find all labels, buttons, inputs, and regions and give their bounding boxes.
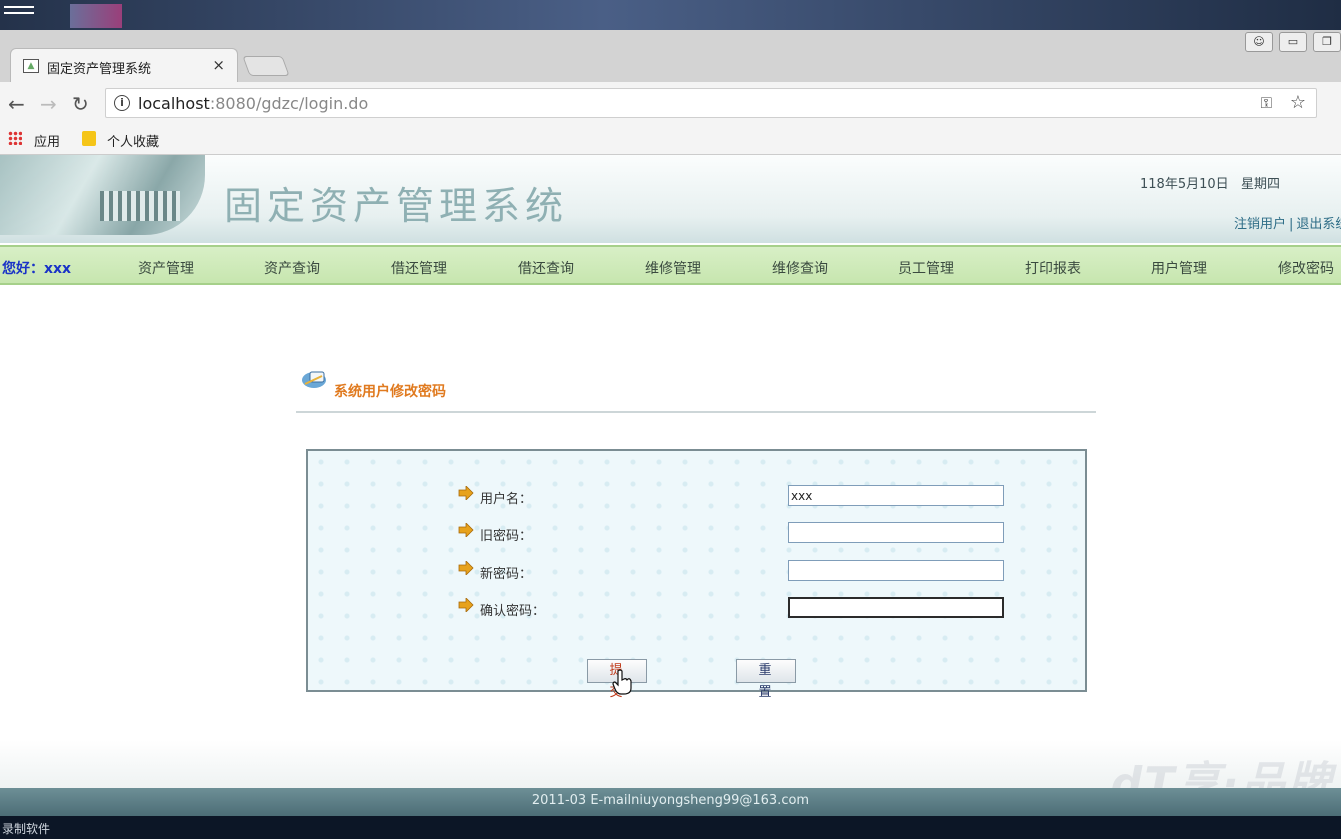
browser-chrome: ▲ 固定资产管理系统 × ☺ ▭ ❐ ← → ↻ i localhost:808… — [0, 30, 1341, 155]
exit-system-link[interactable]: 退出系统 — [1296, 217, 1341, 232]
nav-item-user-manage[interactable]: 用户管理 — [1151, 258, 1207, 278]
confirm-password-input[interactable] — [788, 597, 1004, 618]
change-password-form: 用户名： 旧密码： 新密码： 确认密码： 提交 重置 — [306, 449, 1087, 700]
confirm-password-label: 确认密码： — [480, 604, 546, 619]
site-info-icon[interactable]: i — [114, 95, 130, 111]
forward-arrow-icon[interactable]: → — [40, 92, 57, 116]
old-password-input[interactable] — [788, 522, 1004, 543]
profile-icon[interactable]: ☺ — [1245, 32, 1273, 52]
browser-toolbar: ← → ↻ i localhost:8080/gdzc/login.do ⚿ ☆ — [0, 82, 1341, 124]
bookmarks-bar: 应用 个人收藏 — [0, 124, 1341, 155]
apps-grid-icon[interactable] — [8, 131, 22, 145]
user-greeting: 您好：xxx — [2, 261, 72, 277]
main-nav: 您好：xxx 资产管理 资产查询 借还管理 借还查询 维修管理 维修查询 员工管… — [0, 245, 1341, 285]
arrow-bullet-icon — [458, 561, 474, 575]
new-tab-button[interactable] — [242, 56, 290, 76]
hand-cursor-icon — [612, 669, 632, 695]
new-password-input[interactable] — [788, 560, 1004, 581]
username-label: 用户名： — [480, 492, 533, 507]
arrow-bullet-icon — [458, 486, 474, 500]
url-text[interactable]: localhost:8080/gdzc/login.do — [138, 94, 368, 113]
tab-strip: ▲ 固定资产管理系统 × ☺ ▭ ❐ — [0, 30, 1341, 82]
recorder-label: 录制软件 — [2, 822, 51, 836]
reload-icon[interactable]: ↻ — [72, 92, 89, 116]
section-header-icon — [302, 371, 326, 388]
old-password-label: 旧密码： — [480, 529, 533, 544]
section-divider — [296, 411, 1096, 413]
window-controls: ☺ ▭ ❐ — [1245, 32, 1341, 52]
arrow-bullet-icon — [458, 598, 474, 612]
bookmark-favorites[interactable]: 个人收藏 — [107, 131, 159, 150]
banner-building-image — [0, 155, 205, 235]
nav-item-print-report[interactable]: 打印报表 — [1025, 258, 1081, 278]
browser-tab[interactable]: ▲ 固定资产管理系统 × — [10, 48, 238, 82]
tab-title: 固定资产管理系统 — [47, 62, 152, 77]
favicon-icon: ▲ — [23, 59, 39, 73]
bookmark-apps[interactable]: 应用 — [34, 131, 60, 150]
account-links: 注销用户|退出系统 — [1234, 213, 1341, 232]
nav-item-borrow-query[interactable]: 借还查询 — [518, 258, 574, 278]
new-password-label: 新密码： — [480, 567, 533, 582]
logout-user-link[interactable]: 注销用户 — [1234, 217, 1286, 232]
system-title: 固定资产管理系统 — [224, 184, 569, 228]
minimize-icon[interactable]: ▭ — [1279, 32, 1307, 52]
nav-item-repair-manage[interactable]: 维修管理 — [645, 258, 701, 278]
key-icon[interactable]: ⚿ — [1261, 94, 1272, 112]
nav-item-asset-query[interactable]: 资产查询 — [264, 258, 320, 278]
nav-item-repair-query[interactable]: 维修查询 — [772, 258, 828, 278]
username-input[interactable] — [788, 485, 1004, 506]
nav-item-change-password[interactable]: 修改密码 — [1278, 258, 1334, 278]
nav-item-staff-manage[interactable]: 员工管理 — [898, 258, 954, 278]
header-banner: 固定资产管理系统 118年5月10日 星期四 注销用户|退出系统 — [0, 155, 1341, 243]
os-bottom-bar: 录制软件 — [0, 816, 1341, 839]
os-top-bar — [0, 0, 1341, 30]
reset-button[interactable]: 重置 — [736, 659, 796, 700]
folder-icon[interactable] — [82, 131, 96, 146]
tab-close-icon[interactable]: × — [212, 56, 225, 74]
page-content: 固定资产管理系统 118年5月10日 星期四 注销用户|退出系统 您好：xxx … — [0, 155, 1341, 816]
link-separator: | — [1289, 217, 1294, 232]
nav-item-borrow-manage[interactable]: 借还管理 — [391, 258, 447, 278]
restore-icon[interactable]: ❐ — [1313, 32, 1341, 52]
arrow-bullet-icon — [458, 523, 474, 537]
nav-item-asset-manage[interactable]: 资产管理 — [138, 258, 194, 278]
os-app-thumbnail[interactable] — [70, 4, 122, 28]
address-bar[interactable]: i localhost:8080/gdzc/login.do ⚿ ☆ — [105, 88, 1317, 118]
bookmark-star-icon[interactable]: ☆ — [1290, 92, 1306, 113]
os-menu-icon[interactable] — [4, 6, 34, 22]
footer-bar: 2011-03 E-mailniuyongsheng99@163.com — [0, 788, 1341, 816]
section-title: 系统用户修改密码 — [334, 384, 446, 400]
date-display: 118年5月10日 星期四 — [1140, 177, 1281, 192]
back-arrow-icon[interactable]: ← — [8, 92, 25, 116]
